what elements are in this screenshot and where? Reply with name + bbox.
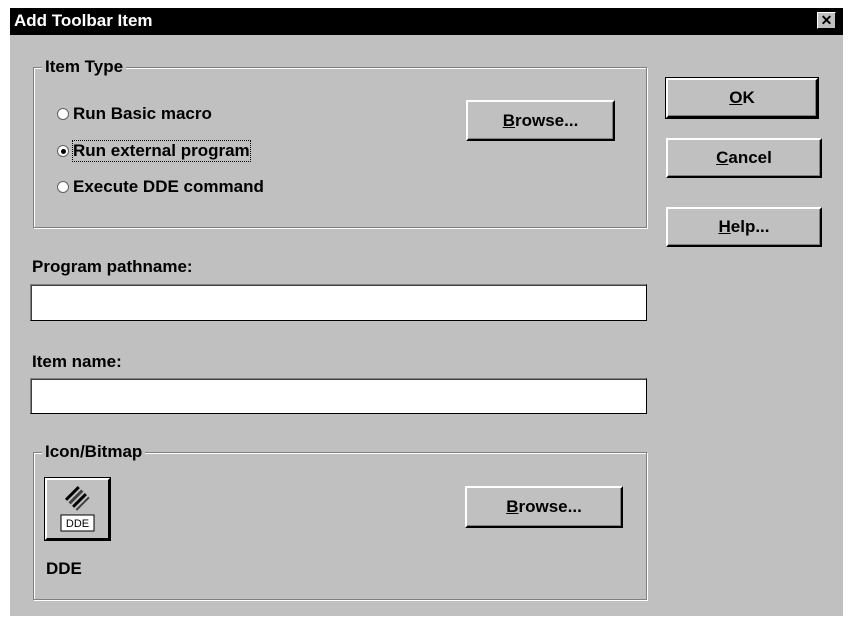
radio-run-external-program[interactable]: Run external program — [57, 140, 251, 162]
program-pathname-field[interactable] — [30, 284, 647, 321]
window-title: Add Toolbar Item — [14, 11, 153, 30]
icon-bitmap-group: Icon/Bitmap DDE DDE Browse... — [33, 442, 647, 600]
close-button[interactable]: ✕ — [817, 12, 836, 29]
radio-selected-dot — [60, 148, 66, 154]
close-icon: ✕ — [820, 12, 833, 28]
radio-button-icon[interactable] — [57, 145, 69, 157]
icon-bitmap-legend: Icon/Bitmap — [42, 442, 146, 462]
item-type-legend: Item Type — [42, 57, 127, 77]
radio-execute-dde-command[interactable]: Execute DDE command — [57, 177, 264, 197]
item-name-field[interactable] — [30, 378, 647, 414]
dde-icon: DDE — [60, 485, 95, 532]
title-bar[interactable]: Add Toolbar Item ✕ — [10, 8, 843, 35]
radio-button-icon[interactable] — [57, 181, 69, 193]
icon-preview-button[interactable]: DDE — [44, 477, 111, 541]
program-pathname-label: Program pathname: — [32, 257, 193, 276]
ok-button[interactable]: OK — [665, 77, 819, 119]
cancel-button[interactable]: Cancel — [666, 138, 822, 178]
item-name-label: Item name: — [32, 352, 122, 371]
radio-run-basic-macro[interactable]: Run Basic macro — [57, 104, 212, 124]
radio-label: Execute DDE command — [73, 177, 264, 196]
radio-label: Run Basic macro — [73, 104, 212, 123]
item-type-browse-button[interactable]: Browse... — [466, 100, 615, 141]
icon-browse-button[interactable]: Browse... — [465, 486, 623, 528]
dde-icon-caption: DDE — [66, 518, 89, 530]
help-button[interactable]: Help... — [666, 207, 822, 247]
item-type-group: Item Type Run Basic macro Run external p… — [33, 57, 647, 228]
icon-name-label: DDE — [46, 559, 82, 578]
radio-label: Run external program — [72, 140, 251, 162]
radio-button-icon[interactable] — [57, 108, 69, 120]
add-toolbar-item-dialog: Add Toolbar Item ✕ Item Type Run Basic m… — [10, 8, 843, 616]
